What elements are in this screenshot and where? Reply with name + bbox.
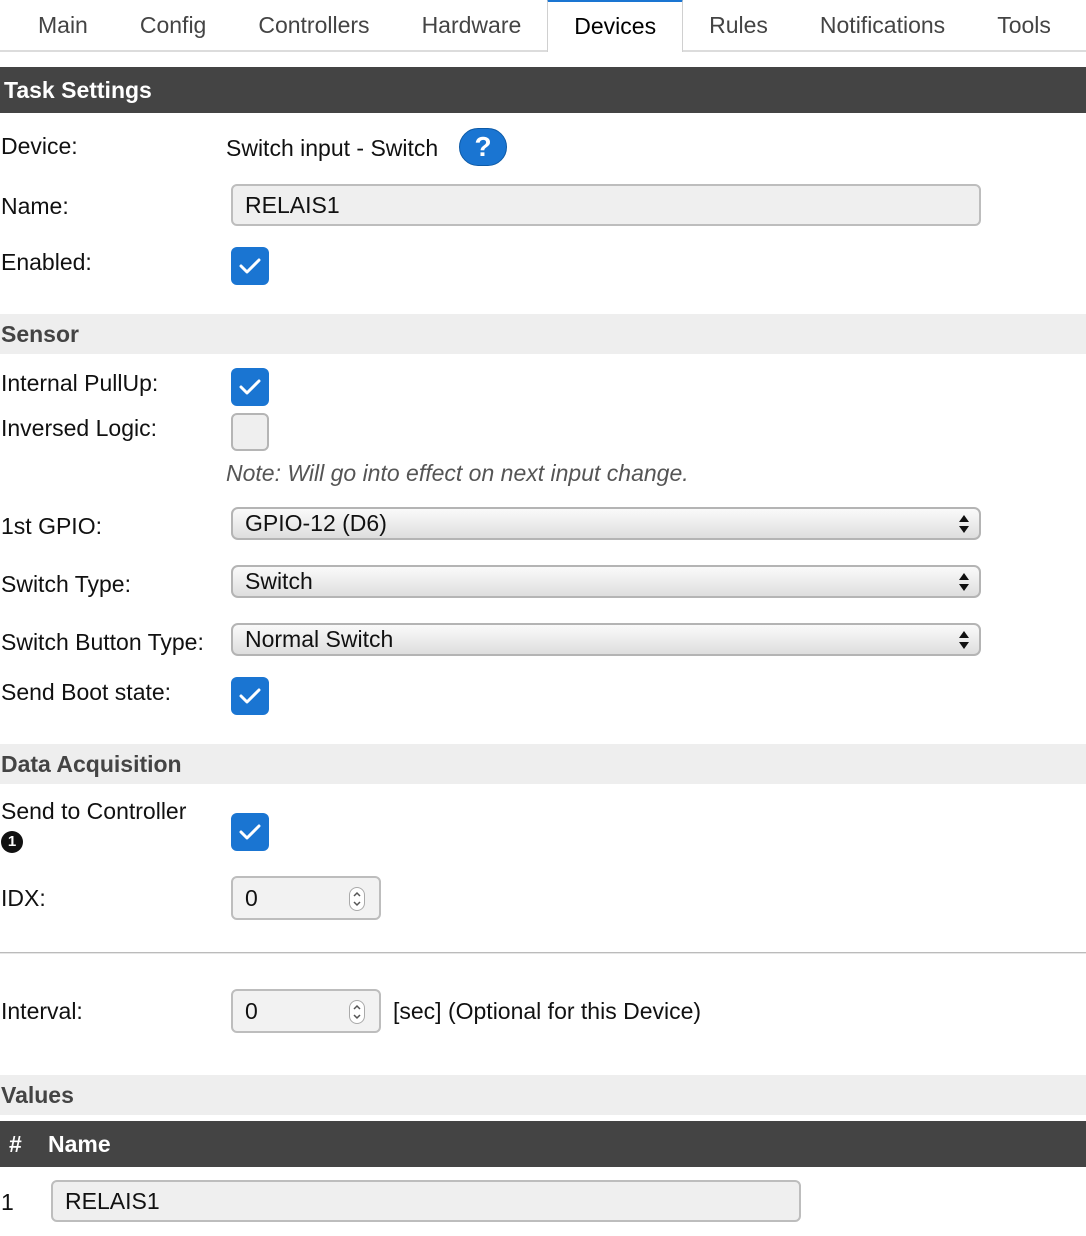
checkmark-icon	[239, 258, 261, 274]
switch-type-label: Switch Type:	[1, 571, 131, 597]
controller-number-icon: 1	[1, 831, 23, 853]
tab-main[interactable]: Main	[0, 0, 114, 52]
tab-rules[interactable]: Rules	[683, 0, 794, 52]
idx-input[interactable]: 0	[231, 876, 381, 920]
help-icon[interactable]: ?	[459, 128, 507, 166]
interval-suffix: [sec] (Optional for this Device)	[393, 998, 702, 1024]
device-label: Device:	[1, 133, 78, 159]
enabled-label: Enabled:	[1, 249, 92, 275]
send-to-controller-checkbox[interactable]	[231, 813, 269, 851]
switch-type-select[interactable]: Switch	[231, 565, 981, 598]
button-type-label: Switch Button Type:	[1, 629, 204, 655]
button-type-select-value: Normal Switch	[245, 626, 394, 652]
tab-hardware[interactable]: Hardware	[396, 0, 548, 52]
idx-value: 0	[245, 885, 258, 911]
tab-devices[interactable]: Devices	[547, 0, 684, 52]
checkmark-icon	[239, 688, 261, 704]
checkmark-icon	[239, 824, 261, 840]
name-input[interactable]: RELAIS1	[231, 184, 981, 226]
pullup-checkbox[interactable]	[231, 368, 269, 406]
enabled-checkbox[interactable]	[231, 247, 269, 285]
task-settings-header: Task Settings	[0, 67, 1086, 113]
sensor-header: Sensor	[0, 314, 1086, 354]
send-to-controller-label: Send to Controller	[1, 798, 187, 824]
switch-type-select-value: Switch	[245, 568, 313, 594]
column-name: Name	[48, 1131, 111, 1157]
values-table-header: # Name	[0, 1121, 1086, 1167]
checkmark-icon	[239, 379, 261, 395]
inversed-label: Inversed Logic:	[1, 415, 157, 441]
column-number: #	[9, 1131, 22, 1157]
inversed-checkbox[interactable]	[231, 413, 269, 451]
name-label: Name:	[1, 193, 69, 219]
select-arrows-icon	[959, 573, 969, 591]
interval-label: Interval:	[1, 998, 83, 1024]
tab-bar: Main Config Controllers Hardware Devices…	[0, 0, 1086, 52]
tab-controllers[interactable]: Controllers	[232, 0, 395, 52]
value-name-input[interactable]: RELAIS1	[51, 1180, 801, 1222]
gpio-label: 1st GPIO:	[1, 513, 102, 539]
idx-label: IDX:	[1, 885, 46, 911]
boot-state-label: Send Boot state:	[1, 679, 172, 705]
note-text: Note: Will go into effect on next input …	[226, 460, 689, 486]
select-arrows-icon	[959, 515, 969, 533]
boot-state-checkbox[interactable]	[231, 677, 269, 715]
spinner-icon[interactable]	[349, 1000, 365, 1024]
data-acquisition-header: Data Acquisition	[0, 744, 1086, 784]
tab-tools[interactable]: Tools	[971, 0, 1051, 52]
tab-config[interactable]: Config	[114, 0, 232, 52]
values-header: Values	[0, 1075, 1086, 1115]
pullup-label: Internal PullUp:	[1, 370, 159, 396]
spinner-icon[interactable]	[349, 887, 365, 911]
interval-value: 0	[245, 998, 258, 1024]
select-arrows-icon	[959, 631, 969, 649]
gpio-select[interactable]: GPIO-12 (D6)	[231, 507, 981, 540]
gpio-select-value: GPIO-12 (D6)	[245, 510, 387, 536]
interval-input[interactable]: 0	[231, 989, 381, 1033]
tab-notifications[interactable]: Notifications	[794, 0, 971, 52]
divider	[0, 952, 1086, 954]
row-number: 1	[1, 1189, 14, 1215]
button-type-select[interactable]: Normal Switch	[231, 623, 981, 656]
device-value: Switch input - Switch	[226, 135, 439, 161]
